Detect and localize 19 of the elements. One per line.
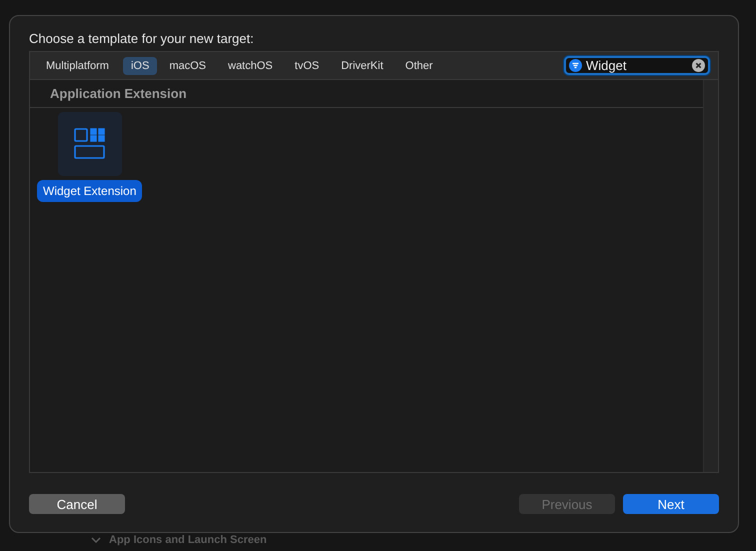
filter-icon xyxy=(569,59,582,72)
section-title: Application Extension xyxy=(30,80,703,108)
template-label[interactable]: Widget Extension xyxy=(37,180,142,202)
dialog-title: Choose a template for your new target: xyxy=(29,30,255,48)
dialog-button[interactable]: Cancel xyxy=(29,494,125,514)
search-input[interactable]: Widget xyxy=(586,58,688,73)
platform-tab[interactable]: Other xyxy=(397,56,441,74)
section-heading: App Icons and Launch Screen xyxy=(109,534,267,546)
platform-tab[interactable]: Multiplatform xyxy=(38,56,117,74)
platform-tab[interactable]: DriverKit xyxy=(333,56,392,74)
search-field[interactable]: Widget xyxy=(564,56,710,75)
chevron-icon[interactable] xyxy=(91,537,101,543)
dialog-button[interactable]: Next xyxy=(623,494,719,514)
clear-icon[interactable] xyxy=(692,59,705,72)
platform-tab[interactable]: watchOS xyxy=(220,56,281,74)
platform-tab[interactable]: tvOS xyxy=(286,56,328,74)
platform-tab[interactable]: macOS xyxy=(161,56,214,74)
platform-tab[interactable]: iOS xyxy=(122,56,158,74)
widget-template-icon[interactable] xyxy=(58,112,122,176)
